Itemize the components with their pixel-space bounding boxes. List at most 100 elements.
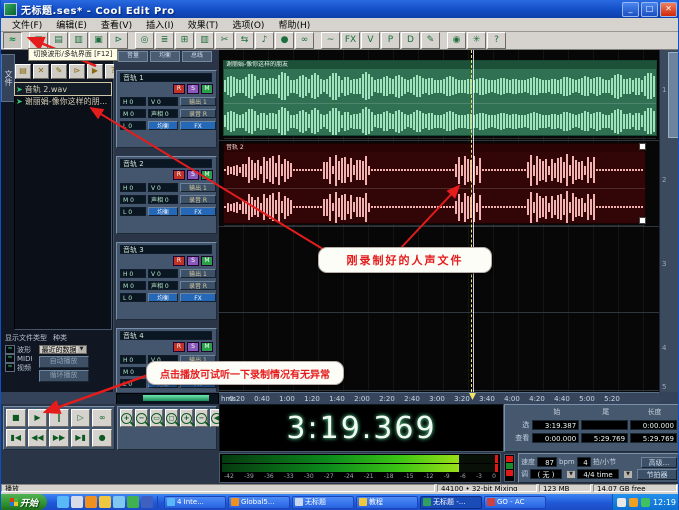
solo-button[interactable]: S: [187, 342, 199, 352]
toolbar-file-icon[interactable]: ▢: [29, 32, 48, 49]
toolbar-file-icon[interactable]: ▣: [89, 32, 108, 49]
horizontal-scroll-thumb[interactable]: [143, 395, 209, 401]
clip-indicator-left[interactable]: [495, 455, 498, 463]
playhead-cursor[interactable]: [471, 50, 472, 392]
zoom-button[interactable]: +: [180, 409, 193, 427]
file-list-item[interactable]: ➤ 谢丽娟-像你这样的朋...: [15, 95, 111, 107]
track-mixer-tab[interactable]: 音量: [118, 51, 148, 62]
toolbar-misc-icon[interactable]: ?: [487, 32, 506, 49]
eq-high-field[interactable]: H 0: [120, 355, 146, 364]
eq-low-field[interactable]: L 0: [120, 293, 146, 302]
toolbar-file-icon[interactable]: ▥: [69, 32, 88, 49]
transport-button[interactable]: ‖: [49, 409, 69, 427]
organizer-button-icon[interactable]: ✕: [33, 64, 49, 79]
eq-mid-field[interactable]: M 0: [120, 367, 146, 376]
tray-icon[interactable]: [628, 497, 638, 507]
transport-button[interactable]: ▮◀: [6, 429, 26, 447]
eq-high-field[interactable]: H 0: [120, 97, 146, 106]
title-bar[interactable]: 无标题.ses* - Cool Edit Pro _ □ ✕: [1, 0, 678, 18]
quick-launch-icon[interactable]: [141, 496, 153, 508]
volume-field[interactable]: V 0: [148, 97, 178, 106]
toolbar-view-icon[interactable]: ⊞: [175, 32, 194, 49]
selection-length-value[interactable]: 0:00.000: [630, 419, 678, 430]
eq-high-field[interactable]: H 0: [120, 269, 146, 278]
toolbar-file-icon[interactable]: ▤: [49, 32, 68, 49]
quick-launch-icon[interactable]: [113, 496, 125, 508]
menu-item[interactable]: 查看(V): [94, 18, 139, 31]
view-start-value[interactable]: 0:00.000: [532, 432, 580, 443]
file-type-checkbox[interactable]: ≈: [5, 354, 15, 363]
toolbar-envelope-icon[interactable]: ✎: [421, 32, 440, 49]
toolbar-envelope-icon[interactable]: P: [381, 32, 400, 49]
clip-handle[interactable]: [639, 217, 646, 224]
taskbar-task[interactable]: 无标题 -...: [420, 495, 482, 509]
transport-button[interactable]: ●: [92, 429, 112, 447]
eq-mid-field[interactable]: M 0: [120, 109, 146, 118]
volume-field[interactable]: V 0: [148, 269, 178, 278]
tray-icon[interactable]: [616, 497, 626, 507]
track-mixer-tab[interactable]: 总线: [182, 51, 212, 62]
menu-item[interactable]: 编辑(E): [49, 18, 94, 31]
vertical-scrollbar[interactable]: 1 2 3 4 5: [659, 50, 678, 392]
toolbar-file-icon[interactable]: ⊳: [109, 32, 128, 49]
menu-item[interactable]: 文件(F): [5, 18, 49, 31]
taskbar-task[interactable]: 教程: [356, 495, 418, 509]
menu-item[interactable]: 选项(O): [225, 18, 271, 31]
record-mode-button[interactable]: 录音 R: [180, 281, 216, 290]
advanced-button[interactable]: 高级...: [641, 456, 677, 468]
clip-indicator-right[interactable]: [495, 464, 498, 472]
taskbar-task[interactable]: 无标题: [292, 495, 354, 509]
toolbar-view-icon[interactable]: ∞: [295, 32, 314, 49]
track-name-field[interactable]: 音轨 1: [120, 73, 212, 82]
file-list-item[interactable]: ➤ 音轨 2.wav: [14, 82, 112, 96]
vocal-clip[interactable]: 音轨 2: [223, 143, 646, 226]
fx-button[interactable]: FX: [180, 207, 216, 216]
record-arm-button[interactable]: R: [173, 84, 185, 94]
pan-field[interactable]: 声相 0: [148, 281, 178, 290]
music-clip[interactable]: 谢丽娟-像你这样的朋友: [223, 60, 657, 139]
zoom-button[interactable]: +: [120, 409, 133, 427]
transport-button[interactable]: ▷: [70, 409, 91, 427]
mute-button[interactable]: M: [201, 342, 213, 352]
bpm-field[interactable]: 87: [537, 457, 557, 467]
track-name-field[interactable]: 音轨 2: [120, 159, 212, 168]
record-mode-button[interactable]: 录音 R: [180, 109, 216, 118]
sort-dropdown[interactable]: 最近的数据 ▼: [38, 345, 87, 354]
record-mode-button[interactable]: 录音 R: [180, 195, 216, 204]
track-mixer-tab[interactable]: 均衡: [150, 51, 180, 62]
minimize-button[interactable]: _: [622, 1, 639, 17]
clip-handle[interactable]: [639, 143, 646, 150]
level-meter[interactable]: -42 -39 -36 -33 -30 -27 -24 -21 -18 -15 -12 -9 -6 -3 0: [219, 453, 501, 483]
zoom-button[interactable]: ◻: [165, 409, 178, 427]
quick-launch-icon[interactable]: [57, 496, 69, 508]
toolbar-envelope-icon[interactable]: D: [401, 32, 420, 49]
toolbar-misc-icon[interactable]: ✳: [467, 32, 486, 49]
view-end-value[interactable]: 5:29.769: [581, 432, 629, 443]
eq-button[interactable]: 均衡: [148, 293, 178, 302]
files-tab[interactable]: 文件: [1, 54, 15, 102]
eq-low-field[interactable]: L 0: [120, 121, 146, 130]
solo-button[interactable]: S: [187, 84, 199, 94]
file-type-row[interactable]: ≈ 视频: [5, 363, 33, 372]
toolbar-view-icon[interactable]: ✂: [215, 32, 234, 49]
track-name-field[interactable]: 音轨 3: [120, 245, 212, 254]
eq-mid-field[interactable]: M 0: [120, 195, 146, 204]
taskbar-task[interactable]: GO - AC: [484, 495, 546, 509]
view-length-value[interactable]: 5:29.769: [630, 432, 678, 443]
toolbar-view-icon[interactable]: ♪: [255, 32, 274, 49]
toolbar-view-icon[interactable]: ◎: [135, 32, 154, 49]
taskbar-task[interactable]: Global5...: [228, 495, 290, 509]
organizer-button-icon[interactable]: ⊳: [69, 64, 85, 79]
organizer-button-icon[interactable]: ✎: [51, 64, 67, 79]
metronome-button[interactable]: 节拍器: [637, 468, 677, 480]
record-arm-button[interactable]: R: [173, 170, 185, 180]
menu-item[interactable]: 帮助(H): [271, 18, 317, 31]
transport-button[interactable]: ▶: [27, 409, 48, 427]
file-type-row[interactable]: ≈ 波形: [5, 345, 33, 354]
transport-button[interactable]: ▶▶: [49, 429, 69, 447]
pan-field[interactable]: 声相 0: [148, 195, 178, 204]
toolbar-envelope-icon[interactable]: FX: [341, 32, 360, 49]
fx-button[interactable]: FX: [180, 121, 216, 130]
toolbar-view-icon[interactable]: ●: [275, 32, 294, 49]
timesig-select[interactable]: 4/4 time: [577, 469, 619, 479]
